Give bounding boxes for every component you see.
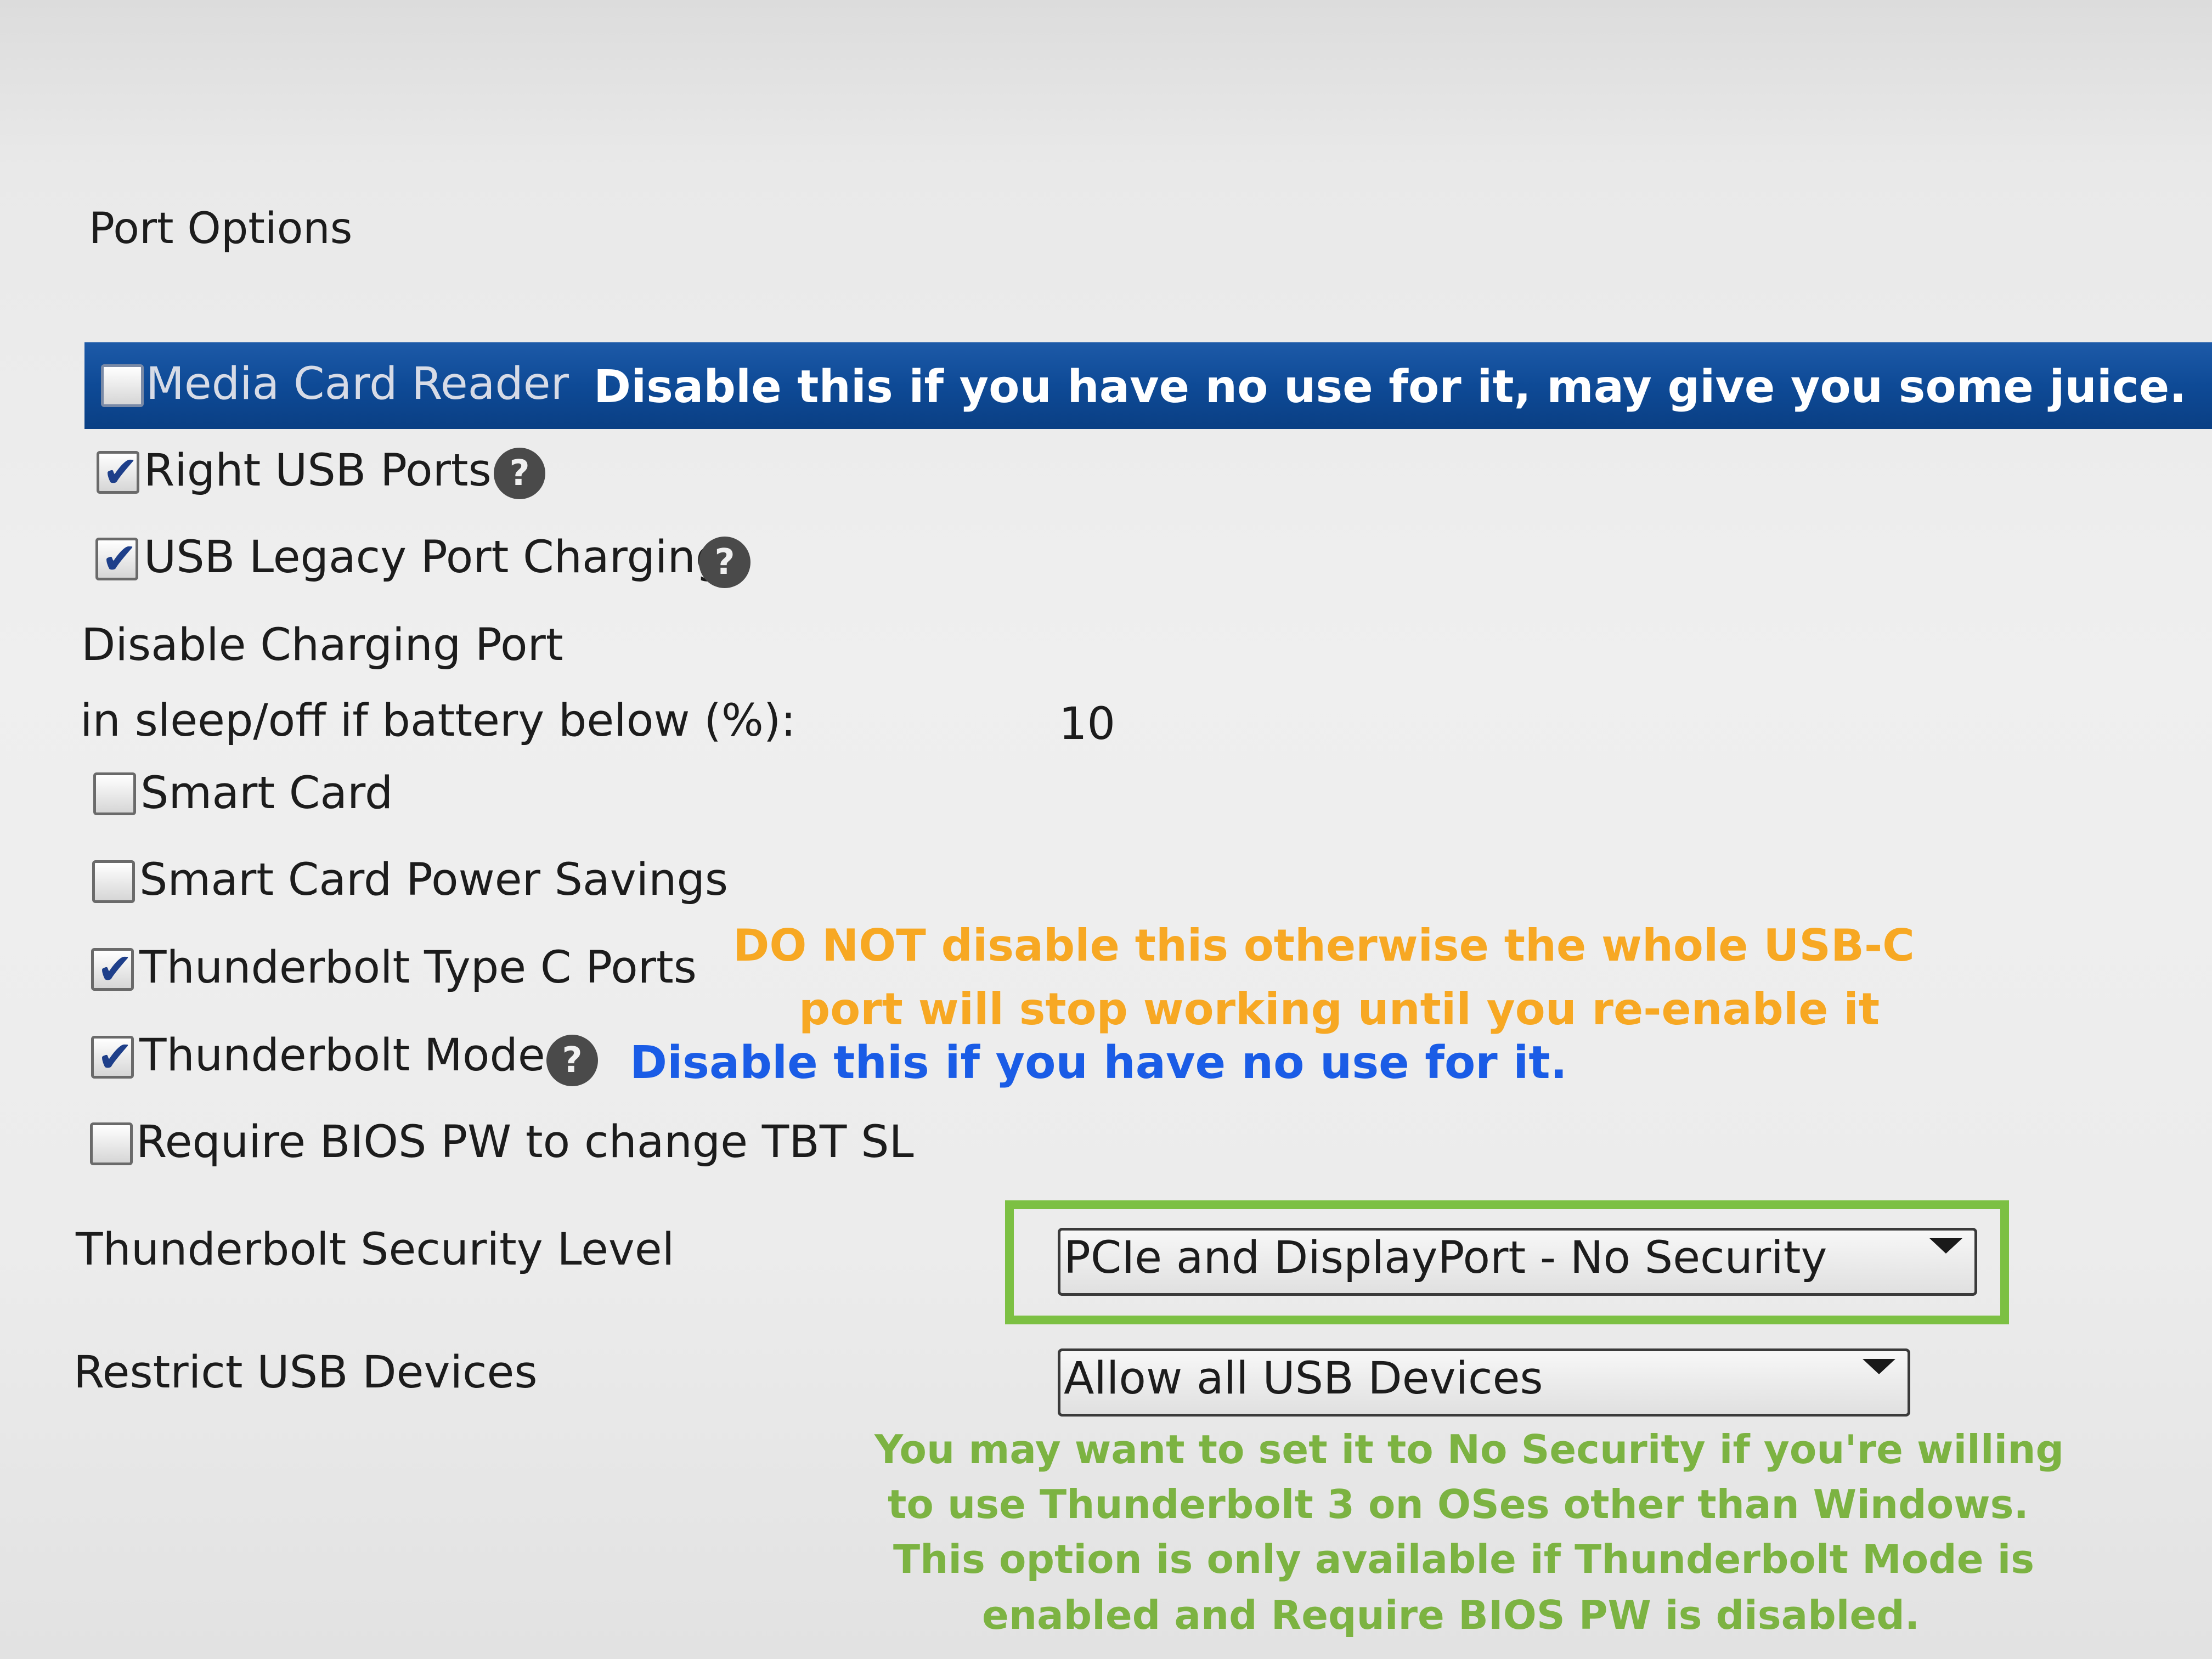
usb-legacy-port-charging-checkbox[interactable]: ✔ (95, 534, 138, 584)
section-title: Port Options (89, 204, 353, 253)
security-annotation-line3: This option is only available if Thunder… (893, 1536, 2035, 1582)
thunderbolt-ports-annotation-line2: port will stop working until you re-enab… (799, 984, 1880, 1035)
right-usb-ports-label: Right USB Ports (144, 445, 492, 496)
require-bios-pw-label: Require BIOS PW to change TBT SL (136, 1116, 914, 1168)
restrict-usb-devices-value: Allow all USB Devices (1064, 1353, 1543, 1404)
smart-card-power-savings-label: Smart Card Power Savings (139, 854, 729, 906)
right-usb-ports-checkbox[interactable]: ✔ (97, 448, 139, 497)
thunderbolt-mode-checkbox[interactable]: ✔ (91, 1032, 134, 1082)
checkmark-icon: ✔ (97, 945, 133, 994)
usb-legacy-port-charging-label: USB Legacy Port Charging (144, 532, 724, 583)
media-card-reader-checkbox[interactable] (101, 364, 144, 407)
right-usb-ports-help-icon[interactable]: ? (494, 448, 545, 499)
battery-threshold-value[interactable]: 10 (1059, 698, 1115, 751)
disable-charging-port-label-line1: Disable Charging Port (81, 619, 563, 671)
smart-card-label: Smart Card (140, 768, 393, 819)
thunderbolt-security-level-label: Thunderbolt Security Level (76, 1224, 675, 1276)
thunderbolt-mode-help-icon[interactable]: ? (546, 1035, 598, 1086)
thunderbolt-mode-label: Thunderbolt Mode (139, 1030, 545, 1081)
restrict-usb-devices-dropdown[interactable]: Allow all USB Devices (1058, 1348, 1910, 1417)
thunderbolt-type-c-ports-label: Thunderbolt Type C Ports (139, 942, 697, 994)
disable-charging-port-label-line2: in sleep/off if battery below (%): (80, 695, 796, 747)
chevron-down-icon[interactable] (1929, 1238, 1962, 1254)
security-annotation-line1: You may want to set it to No Security if… (874, 1426, 2064, 1472)
media-card-reader-annotation: Disable this if you have no use for it, … (594, 361, 2187, 413)
chevron-down-icon[interactable] (1863, 1359, 1895, 1374)
require-bios-pw-checkbox[interactable] (90, 1122, 133, 1165)
usb-legacy-port-charging-help-icon[interactable]: ? (699, 537, 751, 588)
security-annotation-line4: enabled and Require BIOS PW is disabled. (982, 1592, 1920, 1638)
thunderbolt-type-c-ports-checkbox[interactable]: ✔ (91, 945, 134, 994)
media-card-reader-label: Media Card Reader (146, 358, 569, 410)
thunderbolt-security-level-value: PCIe and DisplayPort - No Security (1064, 1232, 1827, 1284)
thunderbolt-security-level-dropdown[interactable]: PCIe and DisplayPort - No Security (1058, 1228, 1977, 1296)
restrict-usb-devices-label: Restrict USB Devices (74, 1347, 538, 1398)
checkmark-icon: ✔ (97, 1032, 133, 1082)
checkmark-icon: ✔ (101, 534, 138, 584)
thunderbolt-ports-annotation-line1: DO NOT disable this otherwise the whole … (733, 920, 1915, 971)
checkmark-icon: ✔ (103, 448, 139, 497)
smart-card-power-savings-checkbox[interactable] (92, 860, 135, 903)
thunderbolt-mode-annotation: Disable this if you have no use for it. (630, 1037, 1567, 1089)
security-annotation-line2: to use Thunderbolt 3 on OSes other than … (888, 1481, 2029, 1527)
smart-card-checkbox[interactable] (93, 772, 136, 815)
